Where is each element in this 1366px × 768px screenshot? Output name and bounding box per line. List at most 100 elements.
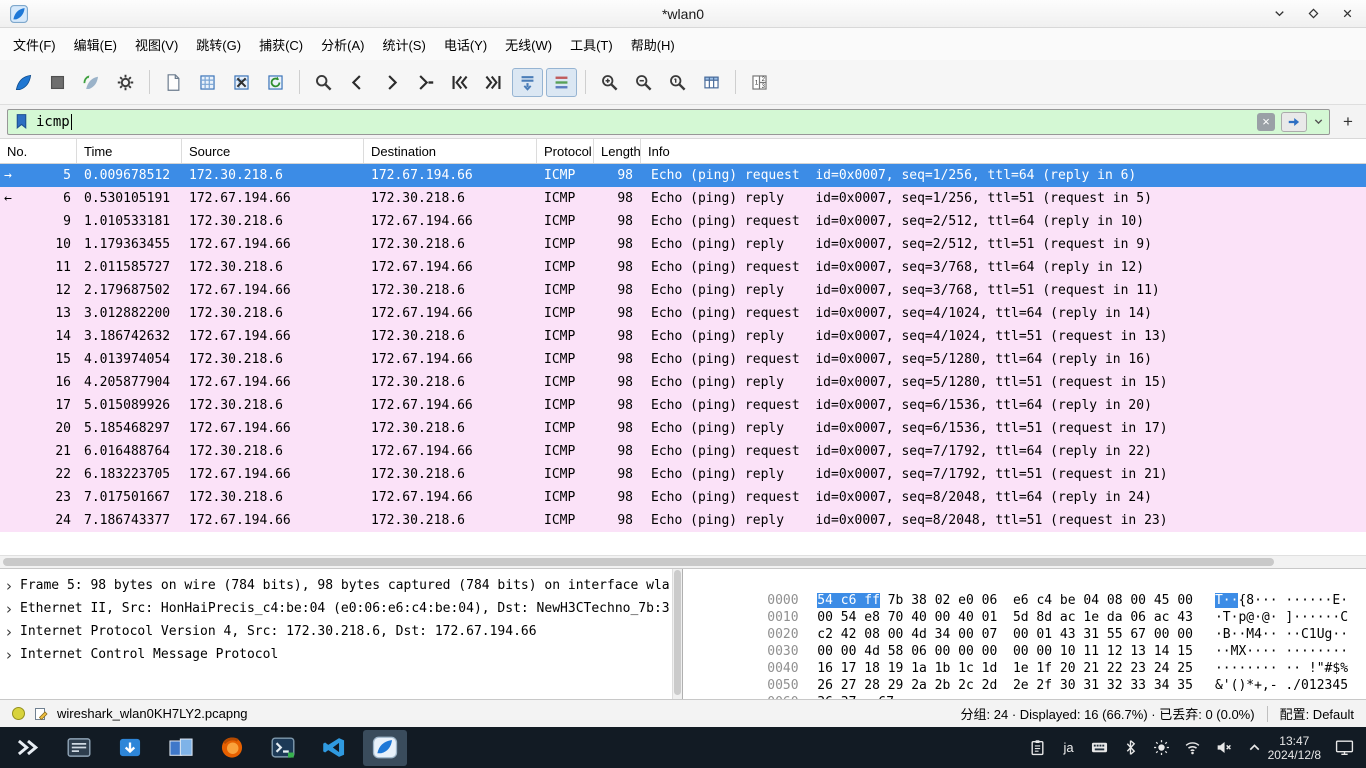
packet-row[interactable]: 22 6.183223705 172.67.194.66 172.30.218.… [0,463,1366,486]
packet-row[interactable]: 9 1.010533181 172.30.218.6 172.67.194.66… [0,210,1366,233]
detail-row[interactable]: ›Internet Protocol Version 4, Src: 172.3… [6,620,670,643]
save-file-icon[interactable] [192,68,223,97]
input-method-indicator[interactable]: ja [1060,738,1078,758]
software-center-icon[interactable] [108,730,152,766]
horizontal-scrollbar[interactable] [0,555,1366,569]
menu-item[interactable]: 文件(F) [4,30,65,59]
expand-arrow-icon[interactable]: › [6,646,12,664]
zoom-out-icon[interactable] [628,68,659,97]
packet-row[interactable]: 13 3.012882200 172.30.218.6 172.67.194.6… [0,302,1366,325]
packet-row[interactable]: 11 2.011585727 172.30.218.6 172.67.194.6… [0,256,1366,279]
hex-ascii[interactable]: ·T·p@·@· ]······C [1215,610,1348,625]
zoom-in-icon[interactable] [594,68,625,97]
go-first-icon[interactable] [444,68,475,97]
filter-dropdown-icon[interactable] [1313,116,1324,127]
auto-scroll-icon[interactable] [512,68,543,97]
hex-ascii[interactable]: T··{8··· ······E· [1215,593,1348,608]
go-last-icon[interactable] [478,68,509,97]
packet-row[interactable]: 15 4.013974054 172.30.218.6 172.67.194.6… [0,348,1366,371]
menu-item[interactable]: 捕获(C) [250,30,312,59]
menu-item[interactable]: 工具(T) [561,30,622,59]
filter-input[interactable]: icmp [36,114,1251,130]
menu-item[interactable]: 无线(W) [496,30,561,59]
brightness-icon[interactable] [1153,738,1171,758]
packet-row[interactable]: ←6 0.530105191 172.67.194.66 172.30.218.… [0,187,1366,210]
hex-ascii[interactable]: ········ ·· !"#$% [1215,661,1348,676]
scrollbar-thumb[interactable] [674,570,681,695]
expert-info-icon[interactable] [12,707,25,720]
hex-ascii[interactable]: ··MX···· ········ [1215,644,1348,659]
menu-item[interactable]: 统计(S) [373,30,434,59]
profile-label[interactable]: 配置: Default [1280,704,1354,723]
filter-add-button[interactable]: + [1337,111,1359,133]
menu-item[interactable]: 编辑(E) [65,30,126,59]
colorize-icon[interactable] [546,68,577,97]
column-header[interactable]: Time [77,139,182,163]
column-header[interactable]: Destination [364,139,537,163]
packet-row[interactable]: 23 7.017501667 172.30.218.6 172.67.194.6… [0,486,1366,509]
capture-options-icon[interactable] [110,68,141,97]
bluetooth-icon[interactable] [1122,738,1140,758]
close-file-icon[interactable] [226,68,257,97]
hex-bytes[interactable]: 16 17 18 19 1a 1b 1c 1d 1e 1f 20 21 22 2… [817,661,1193,676]
display-columns-icon[interactable]: 123 [744,68,775,97]
packet-row[interactable]: 24 7.186743377 172.67.194.66 172.30.218.… [0,509,1366,532]
menu-item[interactable]: 视图(V) [126,30,187,59]
go-to-packet-icon[interactable] [410,68,441,97]
hex-row[interactable]: 000054 c6 ff 7b 38 02 e0 06 e6 c4 be 04 … [689,575,1366,592]
hex-bytes[interactable]: c2 42 08 00 4d 34 00 07 00 01 43 31 55 6… [817,627,1193,642]
packet-row[interactable]: →5 0.009678512 172.30.218.6 172.67.194.6… [0,164,1366,187]
menu-item[interactable]: 分析(A) [312,30,373,59]
column-header[interactable]: Protocol [537,139,594,163]
packet-row[interactable]: 21 6.016488764 172.30.218.6 172.67.194.6… [0,440,1366,463]
clipboard-icon[interactable] [1029,738,1047,758]
vscode-icon[interactable] [312,730,356,766]
expand-arrow-icon[interactable]: › [6,600,12,618]
resize-columns-icon[interactable] [696,68,727,97]
details-scrollbar[interactable] [672,569,682,699]
packet-row[interactable]: 20 5.185468297 172.67.194.66 172.30.218.… [0,417,1366,440]
stop-capture-icon[interactable] [42,68,73,97]
hex-ascii[interactable]: 67 [878,695,894,699]
column-header[interactable]: Length [594,139,641,163]
restart-capture-icon[interactable] [76,68,107,97]
file-manager-icon[interactable] [159,730,203,766]
menu-item[interactable]: 帮助(H) [622,30,684,59]
filter-clear-icon[interactable]: × [1257,113,1275,131]
app-menu-icon[interactable] [6,730,50,766]
maximize-button[interactable] [1304,5,1322,23]
packet-row[interactable]: 14 3.186742632 172.67.194.66 172.30.218.… [0,325,1366,348]
packet-row[interactable]: 16 4.205877904 172.67.194.66 172.30.218.… [0,371,1366,394]
reload-icon[interactable] [260,68,291,97]
zoom-reset-icon[interactable] [662,68,693,97]
column-header[interactable]: No. [0,139,77,163]
detail-row[interactable]: ›Ethernet II, Src: HonHaiPrecis_c4:be:04… [6,597,670,620]
hex-bytes[interactable]: 00 00 4d 58 06 00 00 00 00 00 10 11 12 1… [817,644,1193,659]
hex-bytes[interactable]: 36 37 [817,695,856,699]
go-back-icon[interactable] [342,68,373,97]
display-filter-field[interactable]: icmp × [7,109,1330,135]
detail-row[interactable]: ›Frame 5: 98 bytes on wire (784 bits), 9… [6,574,670,597]
filter-bookmark-icon[interactable] [13,113,30,130]
close-button[interactable] [1338,5,1356,23]
find-packet-icon[interactable] [308,68,339,97]
packet-row[interactable]: 10 1.179363455 172.67.194.66 172.30.218.… [0,233,1366,256]
wifi-icon[interactable] [1184,738,1202,758]
caret-up-icon[interactable] [1246,738,1264,758]
capture-comment-icon[interactable] [33,706,49,722]
open-file-icon[interactable] [158,68,189,97]
expand-arrow-icon[interactable]: › [6,623,12,641]
wireshark-icon[interactable] [363,730,407,766]
scrollbar-thumb[interactable] [3,558,1274,566]
packet-row[interactable]: 12 2.179687502 172.67.194.66 172.30.218.… [0,279,1366,302]
go-forward-icon[interactable] [376,68,407,97]
terminal-icon[interactable] [261,730,305,766]
minimize-button[interactable] [1270,5,1288,23]
hex-bytes[interactable]: 00 54 e8 70 40 00 40 01 5d 8d ac 1e da 0… [817,610,1193,625]
detail-row[interactable]: ›Internet Control Message Protocol [6,643,670,666]
column-header[interactable]: Source [182,139,364,163]
keyboard-icon[interactable] [1091,738,1109,758]
start-capture-icon[interactable] [8,68,39,97]
hex-bytes[interactable]: 26 27 28 29 2a 2b 2c 2d 2e 2f 30 31 32 3… [817,678,1193,693]
column-header[interactable]: Info [641,139,1366,163]
